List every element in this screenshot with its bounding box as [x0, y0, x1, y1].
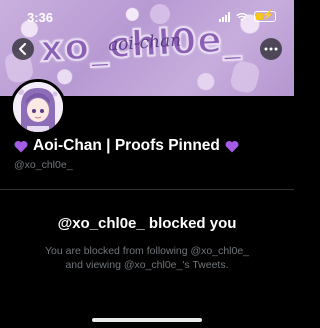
display-name-text: Aoi-Chan | Proofs Pinned	[33, 137, 220, 154]
charging-bolt-icon: ⚡	[262, 10, 275, 21]
more-options-button[interactable]	[260, 38, 282, 60]
cellular-signal-icon	[219, 11, 230, 22]
blocked-description: You are blocked from following @xo_chl0e…	[20, 244, 274, 272]
anime-avatar-icon	[13, 82, 63, 132]
profile-handle: @xo_chl0e_	[14, 159, 73, 171]
chevron-left-icon	[19, 43, 26, 55]
divider	[0, 189, 294, 190]
more-horizontal-icon	[264, 47, 278, 51]
blocked-description-line: You are blocked from following @xo_chl0e…	[44, 245, 250, 257]
avatar[interactable]	[10, 79, 66, 135]
blocked-title: @xo_chl0e_ blocked you	[57, 215, 237, 232]
blocked-description-line: and viewing @xo_chl0e_'s Tweets.	[65, 259, 229, 271]
battery-icon: ⚡	[254, 10, 276, 22]
home-indicator[interactable]	[92, 318, 202, 322]
status-bar: 3:36 ⚡	[0, 0, 294, 30]
wifi-icon	[236, 12, 248, 22]
back-button[interactable]	[12, 38, 34, 60]
status-icons: ⚡	[219, 10, 276, 22]
status-time: 3:36	[27, 10, 54, 25]
banner-sticker	[228, 59, 262, 95]
profile-display-name: Aoi-Chan | Proofs Pinned	[14, 137, 239, 155]
purple-heart-icon	[14, 140, 28, 152]
purple-heart-icon	[225, 140, 239, 152]
